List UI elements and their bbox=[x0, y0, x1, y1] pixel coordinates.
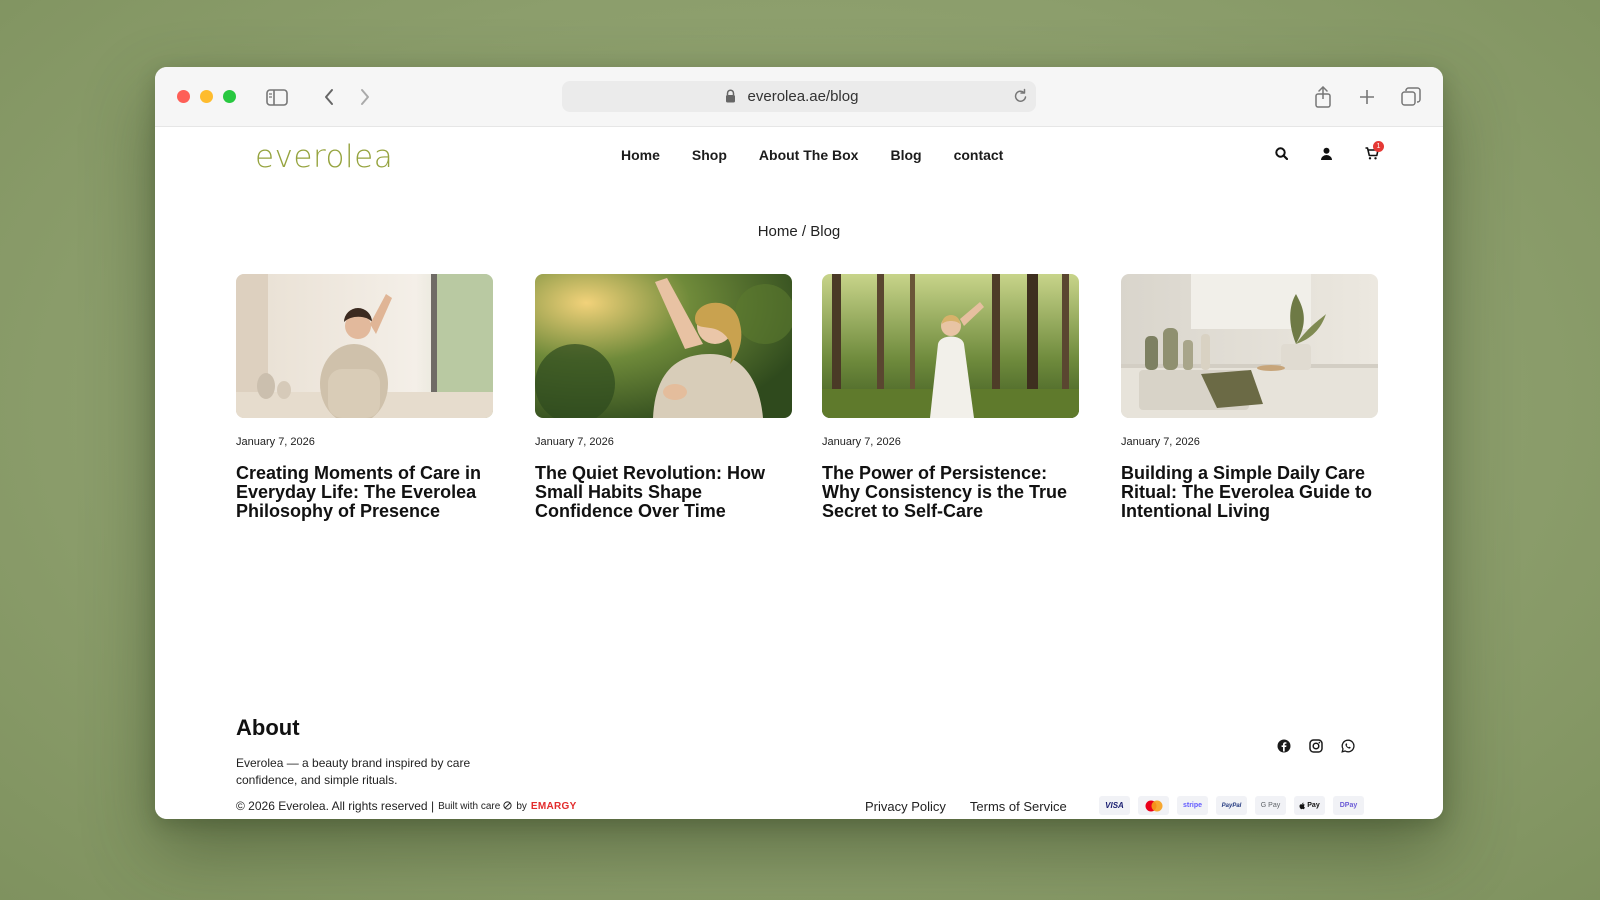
privacy-policy-link[interactable]: Privacy Policy bbox=[865, 799, 946, 814]
cart-count-badge: 1 bbox=[1373, 141, 1384, 152]
sidebar-toggle-icon[interactable] bbox=[265, 85, 289, 109]
tab-overview-icon[interactable] bbox=[1399, 85, 1423, 109]
blog-card[interactable]: January 7, 2026 Creating Moments of Care… bbox=[236, 274, 493, 521]
paypal-icon: PayPal bbox=[1216, 796, 1247, 815]
mastercard-icon bbox=[1138, 796, 1169, 815]
web-page: everolea Home Shop About The Box Blog co… bbox=[155, 127, 1443, 819]
share-icon[interactable] bbox=[1311, 85, 1335, 109]
blog-card[interactable]: January 7, 2026 Building a Simple Daily … bbox=[1121, 274, 1378, 521]
browser-titlebar: everolea.ae/blog bbox=[155, 67, 1443, 127]
visa-icon: VISA bbox=[1099, 796, 1130, 815]
footer-about-text: Everolea — a beauty brand inspired by ca… bbox=[236, 756, 471, 787]
lock-icon bbox=[725, 89, 736, 107]
footer-copyright: © 2026 Everolea. All rights reserved | B… bbox=[236, 799, 577, 813]
post-title[interactable]: The Quiet Revolution: How Small Habits S… bbox=[535, 464, 792, 521]
social-links bbox=[1277, 739, 1355, 758]
instagram-icon[interactable] bbox=[1309, 739, 1323, 758]
cart-icon[interactable]: 1 bbox=[1365, 141, 1384, 165]
apple-pay-label: Pay bbox=[1307, 802, 1320, 809]
copyright-text: © 2026 Everolea. All rights reserved | bbox=[236, 799, 435, 813]
account-icon[interactable] bbox=[1320, 147, 1333, 165]
google-pay-icon: G Pay bbox=[1255, 796, 1286, 815]
nav-about-the-box[interactable]: About The Box bbox=[759, 147, 859, 163]
back-arrow-icon[interactable] bbox=[317, 85, 341, 109]
forward-arrow-icon[interactable] bbox=[353, 85, 377, 109]
facebook-icon[interactable] bbox=[1277, 739, 1291, 758]
blog-card[interactable]: January 7, 2026 The Quiet Revolution: Ho… bbox=[535, 274, 792, 521]
footer-legal-links: Privacy Policy Terms of Service bbox=[865, 799, 1067, 814]
blog-card[interactable]: January 7, 2026 The Power of Persistence… bbox=[822, 274, 1079, 521]
apple-pay-icon: Pay bbox=[1294, 796, 1325, 815]
stripe-icon: stripe bbox=[1177, 796, 1208, 815]
dpay-icon: DPay bbox=[1333, 796, 1364, 815]
post-date: January 7, 2026 bbox=[1121, 436, 1200, 448]
terms-of-service-link[interactable]: Terms of Service bbox=[970, 799, 1067, 814]
post-image[interactable] bbox=[822, 274, 1079, 418]
nav-contact[interactable]: contact bbox=[954, 147, 1004, 163]
post-date: January 7, 2026 bbox=[236, 436, 315, 448]
address-bar[interactable]: everolea.ae/blog bbox=[562, 81, 1036, 112]
post-title[interactable]: Creating Moments of Care in Everyday Lif… bbox=[236, 464, 493, 521]
whatsapp-icon[interactable] bbox=[1341, 739, 1355, 758]
post-date: January 7, 2026 bbox=[535, 436, 614, 448]
footer-about-heading: About bbox=[236, 715, 300, 740]
reload-icon[interactable] bbox=[1013, 88, 1028, 108]
nav-blog[interactable]: Blog bbox=[890, 147, 921, 163]
minimize-window-button[interactable] bbox=[200, 90, 213, 103]
post-image[interactable] bbox=[1121, 274, 1378, 418]
builder-link[interactable]: EMARGY bbox=[531, 801, 577, 812]
url-text: everolea.ae/blog bbox=[747, 88, 859, 105]
post-title[interactable]: Building a Simple Daily Care Ritual: The… bbox=[1121, 464, 1378, 521]
browser-window: everolea.ae/blog everolea Home Shop Abou… bbox=[155, 67, 1443, 819]
nav-shop[interactable]: Shop bbox=[692, 147, 727, 163]
built-with-text: Built with care bbox=[438, 800, 501, 812]
by-text: by bbox=[516, 800, 527, 812]
payment-methods: VISA stripe PayPal G Pay Pay DPay bbox=[1099, 796, 1364, 815]
blog-post-grid: January 7, 2026 Creating Moments of Care… bbox=[236, 274, 1378, 549]
post-image[interactable] bbox=[535, 274, 792, 418]
leaf-icon bbox=[503, 799, 512, 813]
post-title[interactable]: The Power of Persistence: Why Consistenc… bbox=[822, 464, 1079, 521]
main-nav: Home Shop About The Box Blog contact bbox=[621, 147, 1003, 163]
post-image[interactable] bbox=[236, 274, 493, 418]
site-logo[interactable]: everolea bbox=[255, 139, 393, 175]
search-icon[interactable] bbox=[1275, 147, 1289, 165]
post-date: January 7, 2026 bbox=[822, 436, 901, 448]
zoom-window-button[interactable] bbox=[223, 90, 236, 103]
new-tab-plus-icon[interactable] bbox=[1355, 85, 1379, 109]
breadcrumb: Home / Blog bbox=[757, 223, 841, 240]
nav-home[interactable]: Home bbox=[621, 147, 660, 163]
close-window-button[interactable] bbox=[177, 90, 190, 103]
